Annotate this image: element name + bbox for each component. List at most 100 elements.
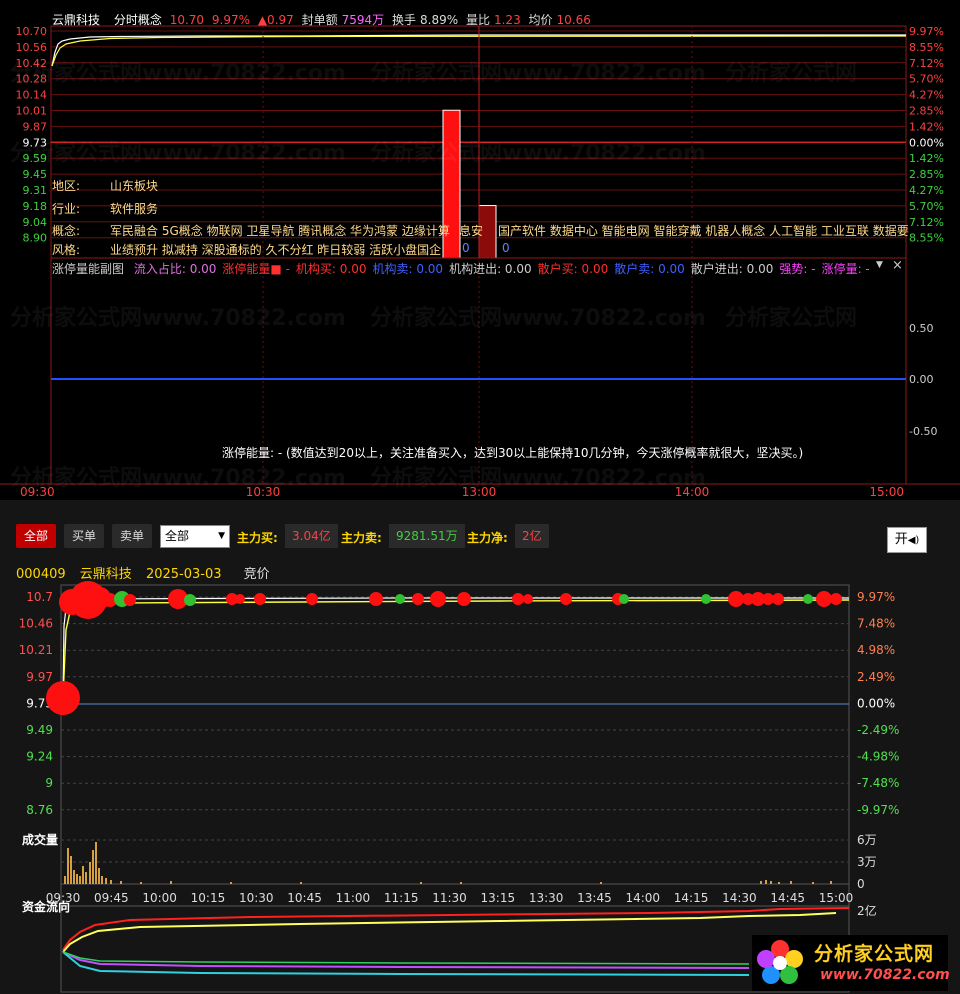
deal-pct-tick: -9.97% bbox=[857, 803, 899, 817]
deal-bubble bbox=[560, 593, 572, 605]
logo-url: www.70822.com bbox=[820, 967, 950, 983]
deal-time-tick: 13:15 bbox=[481, 891, 516, 905]
sub-close-icon[interactable]: × bbox=[892, 258, 903, 273]
price-tick-label: 10.42 bbox=[16, 57, 48, 70]
sub-indicator: 涨停量: - bbox=[821, 262, 870, 276]
percent-tick-label: 8.55% bbox=[909, 232, 944, 245]
volume-bar bbox=[70, 856, 72, 884]
price-tick-label: 9.87 bbox=[23, 120, 48, 133]
percent-tick-label: 4.27% bbox=[909, 89, 944, 102]
time-tick-label: 14:00 bbox=[675, 485, 710, 499]
deal-time-tick: 09:45 bbox=[94, 891, 129, 905]
style-label: 风格: bbox=[52, 243, 81, 257]
deal-price-tick: 9 bbox=[45, 776, 53, 790]
sub-indicator: 机构卖: 0.00 bbox=[372, 262, 444, 276]
deal-bubble bbox=[772, 593, 784, 605]
price-tick-label: 8.90 bbox=[23, 232, 48, 245]
sub-panel-title: 涨停量能副图 bbox=[52, 262, 125, 276]
industry-label: 行业: bbox=[52, 202, 81, 216]
deal-pct-tick: 2.49% bbox=[857, 670, 895, 684]
deal-bubble bbox=[46, 681, 80, 715]
deal-time-tick: 11:30 bbox=[432, 891, 467, 905]
style-row: 风格: 业绩预升 拟减持 深股通标的 久不分红 昨日较弱 活跃小盘国企 bbox=[52, 241, 441, 258]
sub-dropdown-icon[interactable]: ▼ bbox=[876, 260, 883, 270]
deal-time-tick: 10:00 bbox=[142, 891, 177, 905]
order-type-select[interactable]: 全部 ▼ bbox=[160, 525, 230, 548]
price-tick-label: 9.18 bbox=[23, 200, 48, 213]
deal-bubble bbox=[457, 592, 471, 606]
flow-line-red bbox=[62, 907, 850, 951]
overlap-label-3: 0 bbox=[502, 241, 510, 255]
overlap-label-1: 息安 bbox=[459, 224, 484, 238]
percent-tick-label: 5.70% bbox=[909, 73, 944, 86]
price-tick-label: 10.14 bbox=[16, 89, 48, 102]
price-tick-label: 9.73 bbox=[23, 136, 48, 149]
volume-bar bbox=[170, 881, 172, 884]
volume-bar bbox=[95, 842, 97, 884]
deal-pct-tick: -4.98% bbox=[857, 750, 899, 764]
volume-bar bbox=[760, 881, 762, 884]
price-tick-label: 9.45 bbox=[23, 168, 48, 181]
deal-time-tick: 14:45 bbox=[770, 891, 805, 905]
volume-tick: 6万 bbox=[857, 833, 877, 847]
order-type-select-value: 全部 bbox=[165, 529, 190, 543]
deal-time-tick: 13:30 bbox=[529, 891, 564, 905]
volume-label: 成交量 bbox=[22, 833, 59, 847]
filter-sell-button[interactable]: 卖单 bbox=[112, 524, 153, 548]
deal-bubble bbox=[728, 591, 744, 607]
deal-time-tick: 13:45 bbox=[577, 891, 612, 905]
percent-tick-label: 2.85% bbox=[909, 105, 944, 118]
price-tick-label: 10.56 bbox=[16, 41, 48, 54]
flower-logo-icon bbox=[757, 940, 803, 984]
deal-bubble bbox=[803, 594, 813, 604]
percent-tick-label: 1.42% bbox=[909, 152, 944, 165]
style-value: 业绩预升 拟减持 深股通标的 久不分红 昨日较弱 活跃小盘国企 bbox=[110, 243, 442, 257]
sound-toggle-button[interactable]: 开◀) bbox=[887, 527, 927, 553]
deal-price-tick: 9.24 bbox=[26, 750, 53, 764]
deal-gridlines bbox=[61, 596, 849, 907]
region-value: 山东板块 bbox=[110, 179, 159, 193]
filter-all-button[interactable]: 全部 bbox=[16, 524, 57, 548]
speaker-icon: ◀) bbox=[907, 535, 920, 546]
volume-bar bbox=[73, 870, 75, 884]
volume-bar bbox=[230, 882, 232, 884]
sound-toggle-label: 开 bbox=[894, 532, 908, 547]
concept-row: 概念: 军民融合 5G概念 物联网 卫星导航 腾讯概念 华为鸿蒙 边缘计算 bbox=[52, 222, 450, 239]
deal-pct-tick: 7.48% bbox=[857, 617, 895, 631]
percent-tick-label: 5.70% bbox=[909, 200, 944, 213]
deal-time-tick: 14:15 bbox=[674, 891, 709, 905]
price-tick-label: 10.28 bbox=[16, 73, 48, 86]
deal-time-tick: 10:30 bbox=[239, 891, 274, 905]
volume-bar bbox=[110, 880, 112, 884]
volume-bar bbox=[140, 882, 142, 884]
flow-label: 资金流向 bbox=[22, 900, 71, 914]
price-tick-label: 10.01 bbox=[16, 105, 48, 118]
deal-bubble bbox=[235, 594, 245, 604]
deal-percent-axis: 9.97% 7.48% 4.98% 2.49% 0.00% -2.49% -4.98% -7.… bbox=[857, 590, 899, 817]
deal-bubble bbox=[184, 594, 196, 606]
flow-tick: 2亿 bbox=[857, 904, 877, 918]
deal-pct-tick: 9.97% bbox=[857, 590, 895, 604]
deal-time-tick: 14:30 bbox=[722, 891, 757, 905]
volume-bar bbox=[300, 882, 302, 884]
deal-time-tick: 15:00 bbox=[819, 891, 854, 905]
volume-bar bbox=[460, 882, 462, 884]
time-tick-label: 15:00 bbox=[869, 485, 904, 499]
filter-buy-button[interactable]: 买单 bbox=[64, 524, 105, 548]
deal-chart[interactable]: 10.710.4610.219.979.739.499.2498.76 9.97… bbox=[0, 580, 960, 994]
volume-bar bbox=[64, 876, 66, 884]
volume-bar bbox=[830, 881, 832, 884]
deal-price-tick: 10.21 bbox=[19, 643, 53, 657]
deal-bubble bbox=[816, 591, 832, 607]
sub-indicator: 涨停能量■ - bbox=[222, 262, 290, 276]
deal-time-tick: 11:00 bbox=[336, 891, 371, 905]
sub-indicator: 散户进出: 0.00 bbox=[690, 262, 774, 276]
overlap-label-2: 0 bbox=[462, 241, 470, 255]
deal-bubble bbox=[412, 593, 424, 605]
price-tick-label: 9.31 bbox=[23, 184, 48, 197]
price-axis: 10.70 10.56 10.42 10.28 10.14 10.01 9.87 9.73 9.… bbox=[16, 25, 48, 245]
volume-bar bbox=[420, 882, 422, 884]
percent-tick-label: 7.12% bbox=[909, 216, 944, 229]
deal-bubble bbox=[830, 593, 842, 605]
price-tick-label: 9.59 bbox=[23, 152, 48, 165]
